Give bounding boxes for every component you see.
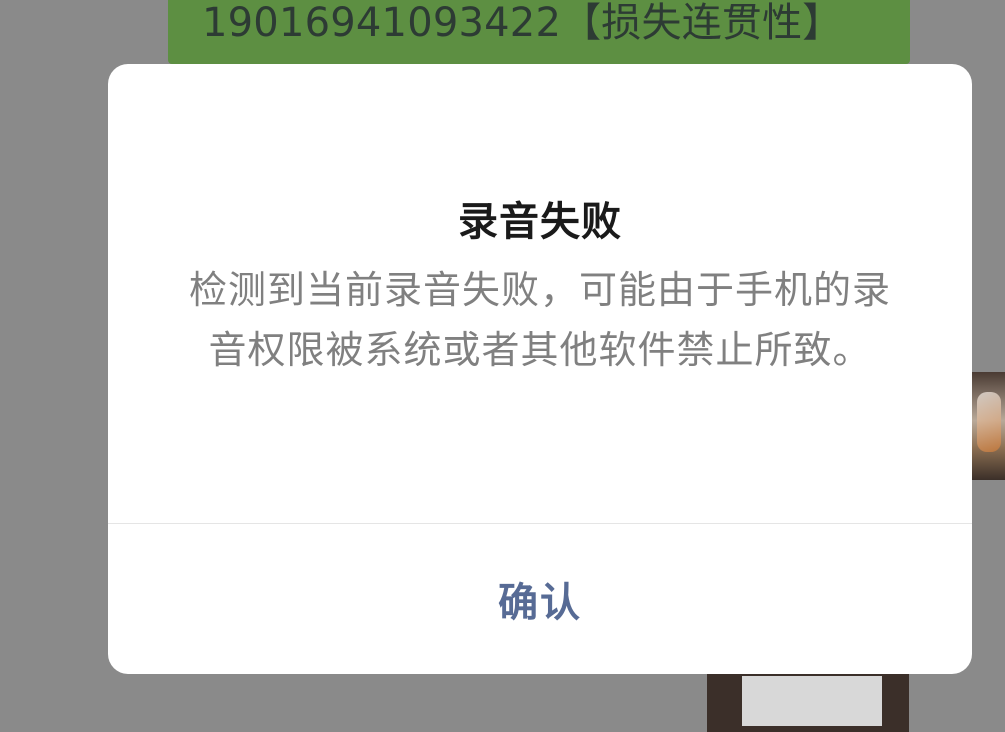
dialog-message: 检测到当前录音失败，可能由于手机的录音权限被系统或者其他软件禁止所致。 <box>188 268 891 372</box>
dialog-title: 录音失败 <box>458 199 622 245</box>
confirm-button[interactable]: 确认 <box>108 524 972 674</box>
recording-failed-dialog: 录音失败 检测到当前录音失败，可能由于手机的录音权限被系统或者其他软件禁止所致。… <box>108 64 972 674</box>
chat-message-text: 19016941093422【损失连贯性】 <box>202 0 843 46</box>
chat-image-thumbnail <box>972 372 1005 480</box>
chat-document-preview <box>742 676 882 726</box>
